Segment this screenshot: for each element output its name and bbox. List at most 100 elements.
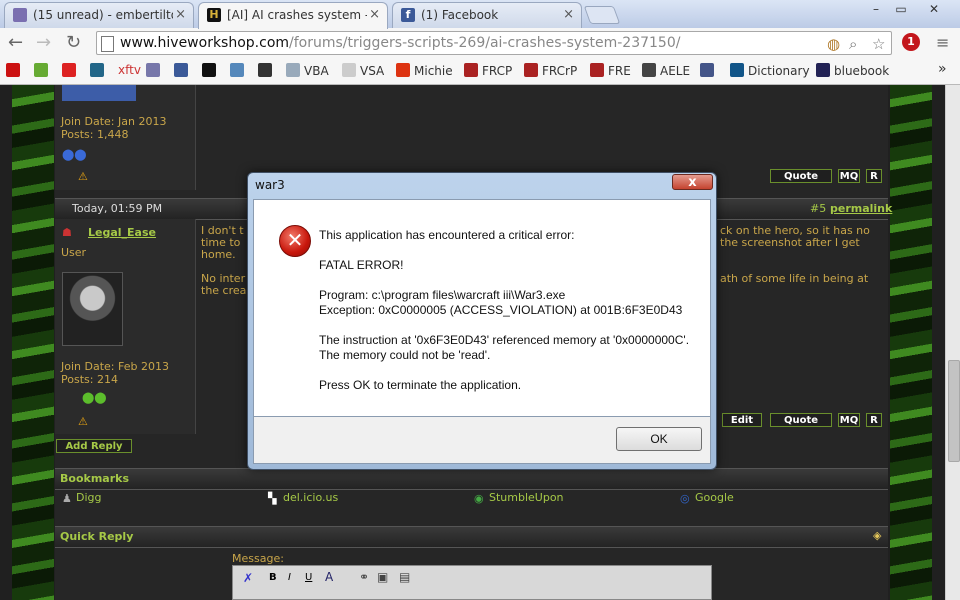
- bookmark-item[interactable]: FRCP: [464, 63, 512, 78]
- avatar: [62, 272, 123, 346]
- collapse-icon[interactable]: ◈: [873, 529, 881, 542]
- extension-icon[interactable]: ◍: [827, 35, 840, 53]
- add-reply-button[interactable]: Add Reply: [56, 439, 132, 453]
- underline-button[interactable]: U: [305, 572, 312, 583]
- avatar: [62, 85, 136, 101]
- tab-hiveworkshop[interactable]: H [AI] AI crashes system - Th ×: [198, 2, 388, 29]
- new-tab-button[interactable]: [583, 6, 621, 24]
- reply-button[interactable]: R: [866, 169, 882, 183]
- bookmark-item[interactable]: [146, 63, 164, 78]
- digg-link[interactable]: Digg: [76, 491, 102, 504]
- stumbleupon-link[interactable]: StumbleUpon: [489, 491, 564, 504]
- code-icon[interactable]: ▤: [399, 570, 410, 584]
- reply-button[interactable]: R: [866, 413, 882, 427]
- quote-button[interactable]: Quote: [770, 169, 832, 183]
- bookmark-item[interactable]: [174, 63, 192, 78]
- bookmark-item[interactable]: [6, 63, 24, 78]
- globe-icon: [286, 63, 300, 77]
- bookmark-item[interactable]: [62, 63, 80, 78]
- search-icon[interactable]: ⌕: [849, 35, 857, 53]
- close-icon[interactable]: ×: [175, 7, 186, 22]
- bookmark-item[interactable]: FRCrP: [524, 63, 577, 78]
- error-program: Program: c:\program files\warcraft iii\W…: [319, 288, 566, 302]
- facebook-icon: [174, 63, 188, 77]
- lii-icon: [590, 63, 604, 77]
- hive-icon: [202, 63, 216, 77]
- error-exception: Exception: 0xC0000005 (ACCESS_VIOLATION)…: [319, 303, 683, 317]
- close-window-button[interactable]: ✕: [922, 1, 946, 19]
- warning-icon[interactable]: ⚠: [78, 170, 88, 183]
- vine-decoration-left: [12, 85, 54, 600]
- bookmarks-overflow[interactable]: »: [938, 61, 947, 77]
- mail-icon: [13, 8, 27, 22]
- maximize-button[interactable]: ▭: [889, 1, 913, 19]
- lii-icon: [464, 63, 478, 77]
- quote-button[interactable]: Quote: [770, 413, 832, 427]
- username-link[interactable]: Legal_Ease: [88, 226, 156, 239]
- tab-facebook[interactable]: f (1) Facebook ×: [392, 2, 582, 28]
- google-icon: ◎: [680, 492, 690, 505]
- extension-badge[interactable]: 1: [902, 33, 920, 51]
- ok-button[interactable]: OK: [616, 427, 702, 451]
- bookmark-item[interactable]: AELE: [642, 63, 690, 78]
- bookmark-label: Dictionary: [748, 64, 810, 78]
- bookmark-label: FRCrP: [542, 64, 578, 78]
- page-scrollbar[interactable]: [945, 85, 960, 600]
- bookmark-item[interactable]: xftv: [118, 63, 141, 77]
- minimize-button[interactable]: –: [864, 1, 888, 19]
- error-memory: The memory could not be 'read'.: [319, 348, 491, 362]
- bookmark-item[interactable]: [258, 63, 276, 78]
- scrollbar-thumb[interactable]: [948, 360, 960, 462]
- close-icon[interactable]: ×: [563, 7, 574, 22]
- tab-gmail[interactable]: (15 unread) - embertilton ×: [4, 2, 194, 28]
- mail-icon: [146, 63, 160, 77]
- bookmark-item[interactable]: [700, 63, 718, 78]
- permalink-link[interactable]: permalink: [830, 202, 892, 215]
- tab-strip: (15 unread) - embertilton × H [AI] AI cr…: [0, 0, 960, 29]
- link-icon[interactable]: ⚭: [359, 570, 369, 584]
- bookmark-item[interactable]: [90, 63, 108, 78]
- reload-icon[interactable]: ↻: [66, 32, 81, 53]
- warning-icon[interactable]: ⚠: [78, 415, 88, 428]
- bookmark-item[interactable]: Dictionary: [730, 63, 810, 78]
- delicious-link[interactable]: del.icio.us: [283, 491, 338, 504]
- remove-format-icon[interactable]: ✗: [243, 571, 253, 585]
- bookmark-label: VBA: [304, 64, 329, 78]
- vine-decoration-right: [890, 85, 932, 600]
- google-link[interactable]: Google: [695, 491, 734, 504]
- bookmark-item[interactable]: Michie: [396, 63, 453, 78]
- font-color-icon[interactable]: A: [325, 570, 333, 584]
- bookmark-item[interactable]: FRE: [590, 63, 631, 78]
- bookmark-item[interactable]: VBA: [286, 63, 329, 78]
- bold-button[interactable]: B: [269, 572, 277, 583]
- bookmarks-header-strip: [55, 468, 888, 490]
- post-body-text: the screenshot after I get: [720, 236, 860, 249]
- multi-quote-button[interactable]: MQ: [838, 169, 860, 183]
- italic-button[interactable]: I: [288, 572, 291, 583]
- bookmark-label: bluebook: [834, 64, 890, 78]
- bookmark-label: VSA: [360, 64, 385, 78]
- menu-icon[interactable]: ≡: [936, 33, 949, 52]
- back-icon[interactable]: ←: [8, 32, 23, 53]
- bookmark-item[interactable]: [34, 63, 52, 78]
- address-bar[interactable]: www.hiveworkshop.com/forums/triggers-scr…: [96, 31, 892, 55]
- forward-icon[interactable]: →: [36, 32, 51, 53]
- user-status-icon: ☗: [62, 226, 72, 239]
- image-icon[interactable]: ▣: [377, 570, 388, 584]
- edit-button[interactable]: Edit: [722, 413, 762, 427]
- bookmark-item[interactable]: VSA: [342, 63, 384, 78]
- lii-icon: [524, 63, 538, 77]
- dialog-close-button[interactable]: x: [672, 174, 713, 190]
- bookmark-item[interactable]: [202, 63, 220, 78]
- bookmark-item[interactable]: [230, 63, 248, 78]
- error-heading: FATAL ERROR!: [319, 258, 404, 272]
- close-icon[interactable]: ×: [369, 7, 380, 22]
- post-number-link[interactable]: #5: [810, 202, 826, 215]
- multi-quote-button[interactable]: MQ: [838, 413, 860, 427]
- star-icon[interactable]: ☆: [872, 35, 885, 53]
- bookmark-label: xftv: [118, 63, 141, 77]
- bookmark-item[interactable]: bluebook: [816, 63, 889, 78]
- editor-toolbar: ✗ B I U A ⚭ ▣ ▤: [232, 565, 712, 600]
- post-body-text: the crea: [201, 284, 247, 297]
- post-count: Posts: 214: [61, 373, 118, 386]
